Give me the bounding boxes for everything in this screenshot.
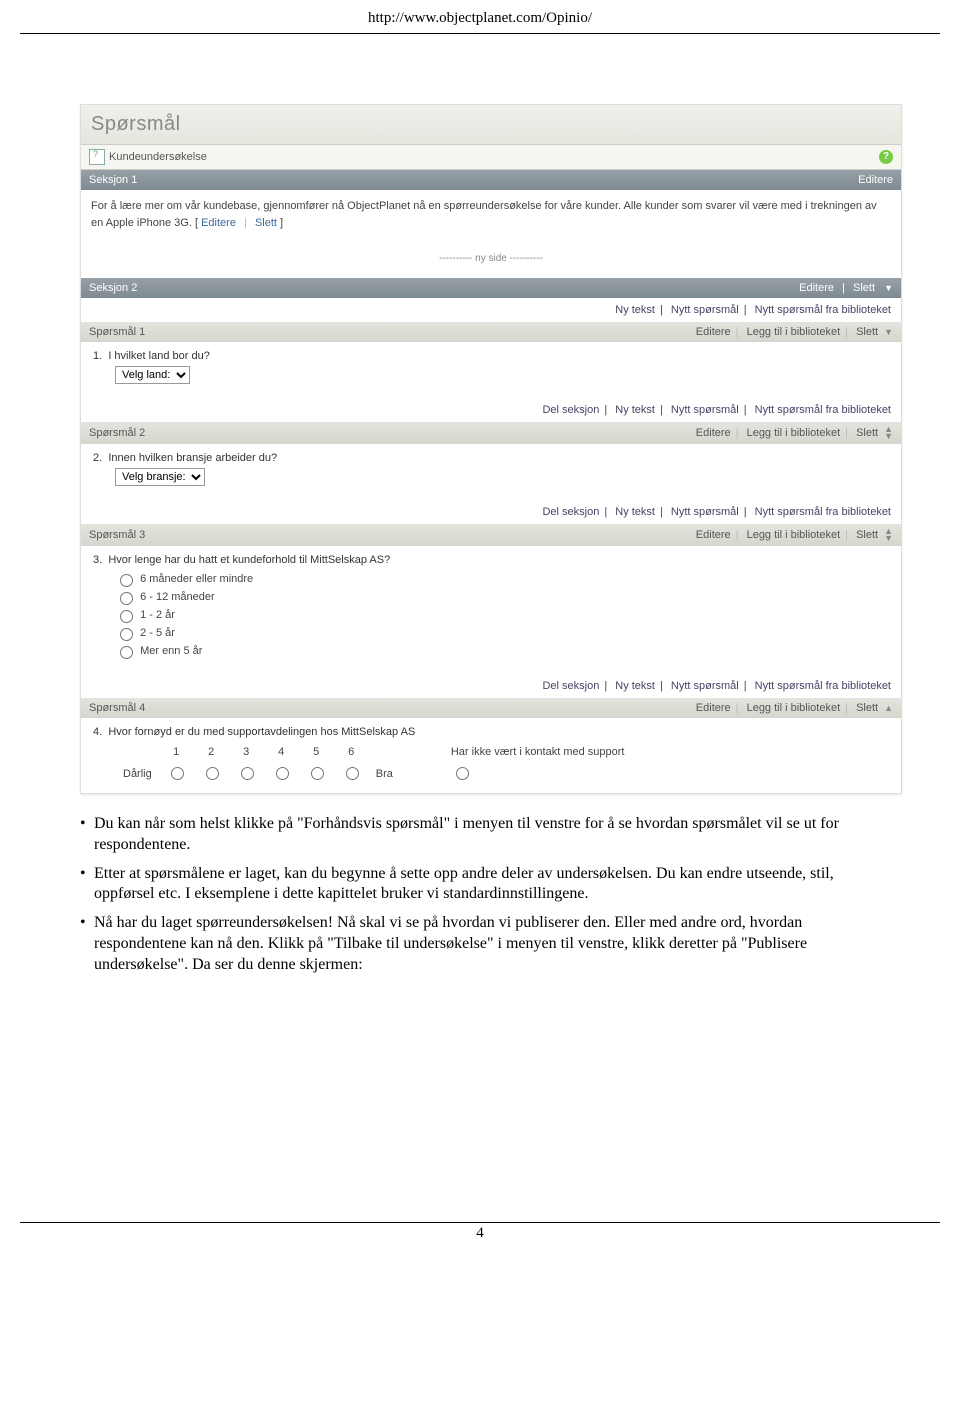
- section-1-body: For å lære mer om vår kundebase, gjennom…: [81, 190, 901, 239]
- split-section-link[interactable]: Del seksjon: [542, 404, 599, 416]
- page-url: http://www.objectplanet.com/Opinio/: [20, 0, 940, 31]
- question-2-header: Spørsmål 2 Editere| Legg til i bibliotek…: [81, 422, 901, 444]
- q4-delete[interactable]: Slett: [856, 702, 878, 714]
- actions-row-4: Del seksjon| Ny tekst| Nytt spørsmål| Ny…: [81, 674, 901, 698]
- q4-scale-right: Bra: [370, 762, 399, 785]
- ui-screenshot: Spørsmål Kundeundersøkelse ? Seksjon 1 E…: [80, 104, 902, 794]
- q1-add-lib[interactable]: Legg til i biblioteket: [747, 326, 841, 338]
- q2-num: 2.: [93, 452, 102, 464]
- question-4-title: Spørsmål 4: [89, 702, 145, 714]
- bullet-1: Du kan når som helst klikke på "Forhånds…: [80, 814, 880, 856]
- q3-text: Hvor lenge har du hatt et kundeforhold t…: [108, 554, 390, 566]
- q2-text: Innen hvilken bransje arbeider du?: [108, 452, 277, 464]
- question-1-body: 1. I hvilket land bor du? Velg land:: [81, 342, 901, 398]
- q4-reorder-arrows[interactable]: ▲: [884, 705, 893, 712]
- question-3-body: 3. Hvor lenge har du hatt et kundeforhol…: [81, 546, 901, 674]
- help-icon[interactable]: ?: [879, 150, 893, 164]
- q1-num: 1.: [93, 350, 102, 362]
- question-1-header: Spørsmål 1 Editere| Legg til i bibliotek…: [81, 322, 901, 342]
- q3-option[interactable]: 2 - 5 år: [115, 624, 889, 642]
- top-rule: [20, 33, 940, 34]
- actions-row-3: Del seksjon| Ny tekst| Nytt spørsmål| Ny…: [81, 500, 901, 524]
- q2-add-lib[interactable]: Legg til i biblioteket: [747, 427, 841, 439]
- q1-country-select[interactable]: Velg land:: [115, 366, 190, 384]
- q3-option[interactable]: Mer enn 5 år: [115, 642, 889, 660]
- question-3-header: Spørsmål 3 Editere| Legg til i bibliotek…: [81, 524, 901, 546]
- actions-row-1: Ny tekst| Nytt spørsmål| Nytt spørsmål f…: [81, 298, 901, 322]
- section-2-edit[interactable]: Editere: [799, 282, 834, 294]
- section-1-edit[interactable]: Editere: [858, 174, 893, 186]
- q4-scale-left: Dårlig: [117, 762, 158, 785]
- document-body-text: Du kan når som helst klikke på "Forhånds…: [80, 814, 880, 976]
- bottom-rule: [20, 1222, 940, 1223]
- question-4-body: 4. Hvor fornøyd er du med supportavdelin…: [81, 718, 901, 793]
- section-2-delete[interactable]: Slett: [853, 282, 875, 294]
- section-1-inline-edit[interactable]: Editere: [201, 217, 236, 229]
- section-1-inline-delete[interactable]: Slett: [255, 217, 277, 229]
- survey-name: Kundeundersøkelse: [109, 151, 207, 163]
- q4-scale-radio[interactable]: [206, 767, 219, 780]
- section-1-title: Seksjon 1: [89, 174, 137, 186]
- q3-option[interactable]: 6 - 12 måneder: [115, 588, 889, 606]
- q1-text: I hvilket land bor du?: [108, 350, 210, 362]
- q4-rating-scale: 1 2 3 4 5 6 Har ikke vært i kontakt med …: [115, 742, 632, 787]
- bullet-3: Nå har du laget spørreundersøkelsen! Nå …: [80, 913, 880, 975]
- new-text-link[interactable]: Ny tekst: [615, 304, 655, 316]
- page-number: 4: [20, 1225, 940, 1252]
- bullet-2: Etter at spørsmålene er laget, kan du be…: [80, 864, 880, 906]
- q4-scale-radio[interactable]: [276, 767, 289, 780]
- question-4-header: Spørsmål 4 Editere| Legg til i bibliotek…: [81, 698, 901, 718]
- section-1-header: Seksjon 1 Editere: [81, 170, 901, 190]
- q4-scale-radio[interactable]: [346, 767, 359, 780]
- q3-delete[interactable]: Slett: [856, 529, 878, 541]
- q2-delete[interactable]: Slett: [856, 427, 878, 439]
- q4-na-label: Har ikke vært i kontakt med support: [445, 744, 631, 760]
- q3-option[interactable]: 6 måneder eller mindre: [115, 570, 889, 588]
- section-2-title: Seksjon 2: [89, 282, 137, 294]
- q2-reorder-arrows[interactable]: ▲▼: [884, 426, 893, 440]
- q3-reorder-arrows[interactable]: ▲▼: [884, 528, 893, 542]
- q3-option[interactable]: 1 - 2 år: [115, 606, 889, 624]
- q1-reorder-arrows[interactable]: ▼: [884, 329, 893, 336]
- q4-scale-radio[interactable]: [241, 767, 254, 780]
- page-title: Spørsmål: [81, 105, 901, 144]
- new-question-from-lib-link[interactable]: Nytt spørsmål fra biblioteket: [755, 304, 891, 316]
- survey-icon: [89, 149, 105, 165]
- section-2-header: Seksjon 2 Editere | Slett ▼: [81, 278, 901, 298]
- q4-num: 4.: [93, 726, 102, 738]
- q3-num: 3.: [93, 554, 102, 566]
- q4-na-radio[interactable]: [456, 767, 469, 780]
- question-3-title: Spørsmål 3: [89, 529, 145, 541]
- chevron-down-icon[interactable]: ▼: [884, 283, 893, 293]
- actions-row-2: Del seksjon| Ny tekst| Nytt spørsmål| Ny…: [81, 398, 901, 422]
- q2-industry-select[interactable]: Velg bransje:: [115, 468, 205, 486]
- survey-title-bar[interactable]: Kundeundersøkelse ?: [81, 144, 901, 170]
- q2-edit[interactable]: Editere: [696, 427, 731, 439]
- q3-add-lib[interactable]: Legg til i biblioteket: [747, 529, 841, 541]
- q4-edit[interactable]: Editere: [696, 702, 731, 714]
- q4-scale-radio[interactable]: [311, 767, 324, 780]
- question-2-title: Spørsmål 2: [89, 427, 145, 439]
- q4-scale-radio[interactable]: [171, 767, 184, 780]
- q1-delete[interactable]: Slett: [856, 326, 878, 338]
- q3-edit[interactable]: Editere: [696, 529, 731, 541]
- question-2-body: 2. Innen hvilken bransje arbeider du? Ve…: [81, 444, 901, 500]
- page-separator: ---------- ny side ----------: [81, 239, 901, 278]
- question-1-title: Spørsmål 1: [89, 326, 145, 338]
- q4-add-lib[interactable]: Legg til i biblioteket: [747, 702, 841, 714]
- q4-text: Hvor fornøyd er du med supportavdelingen…: [108, 726, 415, 738]
- q1-edit[interactable]: Editere: [696, 326, 731, 338]
- new-question-link[interactable]: Nytt spørsmål: [671, 304, 739, 316]
